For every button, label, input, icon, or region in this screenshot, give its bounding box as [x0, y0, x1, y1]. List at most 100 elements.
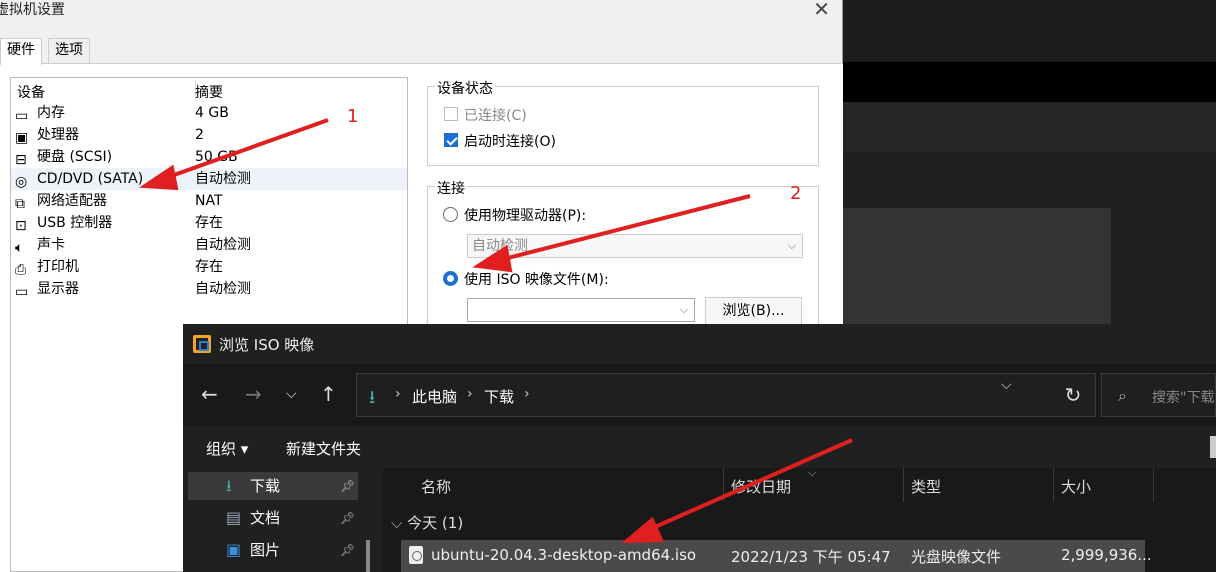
file-list: 名称 ⌵ 修改日期 类型 大小 ⌵ 今天 (1) ubuntu-20.04.3-… [383, 466, 1216, 572]
device-name: 网络适配器 [37, 193, 107, 209]
device-summary: 2 [195, 127, 204, 143]
navigation-bar: ← → ⌵ ↑ ⭳ › 此电脑 › 下载 › ⌵ ↻ ⌕ 搜索"下载 [183, 364, 1216, 426]
pin-icon[interactable]: 📌︎ [340, 536, 355, 564]
iso-image-label: 使用 ISO 映像文件(M): [464, 272, 609, 288]
summary-column-header[interactable]: 摘要 [195, 82, 223, 102]
sidebar-scrollbar[interactable] [366, 540, 370, 572]
device-row[interactable]: ⊡ USB 控制器 存在 [11, 212, 407, 234]
device-summary: 自动检测 [195, 281, 251, 297]
device-name: 声卡 [37, 237, 65, 253]
pin-icon[interactable]: 📌︎ [340, 504, 355, 532]
browse-iso-dialog: 浏览 ISO 映像 ← → ⌵ ↑ ⭳ › 此电脑 › 下载 › ⌵ ↻ ⌕ 搜… [183, 324, 1216, 572]
chevron-right-icon: › [467, 386, 473, 402]
device-row[interactable]: 🔈︎ 声卡 自动检测 [11, 234, 407, 256]
device-list-header: 设备 摘要 [11, 78, 407, 102]
address-bar[interactable]: ⭳ › 此电脑 › 下载 › [356, 373, 1096, 417]
physical-drive-value: 自动检测 [472, 238, 528, 254]
device-row[interactable]: ▣ 处理器 2 [11, 124, 407, 146]
dialog-title: 虚拟机设置 [0, 2, 65, 18]
forward-arrow-icon[interactable]: → [245, 382, 262, 406]
connected-label: 已连接(C) [464, 108, 527, 124]
organize-button[interactable]: 组织 ▾ [206, 438, 248, 459]
cd-icon: ◎ [15, 174, 28, 190]
close-icon[interactable]: ✕ [813, 0, 830, 19]
file-dialog-title: 浏览 ISO 映像 [219, 336, 315, 354]
iso-file-icon [409, 546, 423, 564]
search-placeholder: 搜索"下载 [1152, 390, 1215, 406]
tab-options[interactable]: 选项 [48, 38, 90, 64]
background-panel [843, 208, 1111, 328]
file-size: 2,999,936... [1061, 546, 1152, 564]
address-dropdown-icon[interactable]: ⌵ [1001, 377, 1012, 393]
refresh-icon[interactable]: ↻ [1053, 373, 1093, 417]
device-row[interactable]: ▭ 显示器 自动检测 [11, 278, 407, 300]
sidebar-item-label: 文档 [250, 509, 281, 527]
pin-icon[interactable]: 📌︎ [340, 472, 355, 500]
browse-button[interactable]: 浏览(B)... [705, 297, 802, 325]
download-icon: ⭳ [369, 387, 376, 408]
iso-image-radio[interactable] [443, 271, 458, 286]
breadcrumb-this-pc[interactable]: 此电脑 [412, 386, 457, 407]
harddisk-icon: ⊟ [15, 152, 27, 168]
column-size[interactable]: 大小 [1061, 476, 1091, 497]
connected-checkbox[interactable] [444, 107, 458, 121]
device-row[interactable]: ⧉ 网络适配器 NAT [11, 190, 407, 212]
vmware-logo-icon [193, 335, 211, 353]
tab-hardware[interactable]: 硬件 [0, 38, 42, 65]
chevron-down-icon: ⌵ [787, 239, 796, 252]
device-status-group [427, 86, 819, 166]
device-name: 硬盘 (SCSI) [37, 149, 113, 165]
device-summary: 存在 [195, 259, 223, 275]
physical-drive-radio[interactable] [443, 207, 458, 222]
annotation-1: 1 [347, 106, 359, 127]
device-column-header[interactable]: 设备 [17, 82, 45, 102]
device-row[interactable]: ◎ CD/DVD (SATA) 自动检测 [11, 168, 407, 190]
monitor-icon: ▭ [15, 284, 29, 300]
sidebar-item-downloads[interactable]: ⭳ 下载 📌︎ [188, 472, 358, 500]
device-summary: NAT [195, 193, 223, 209]
usb-icon: ⊡ [15, 218, 27, 234]
sidebar-item-pictures[interactable]: ▣ 图片 📌︎ [188, 536, 358, 564]
background-window-band [843, 62, 1216, 102]
file-type: 光盘映像文件 [911, 548, 1002, 566]
printer-icon: ⎙ [15, 262, 27, 278]
back-arrow-icon[interactable]: ← [201, 382, 218, 406]
breadcrumb-downloads[interactable]: 下载 [484, 386, 514, 407]
file-row[interactable]: ubuntu-20.04.3-desktop-amd64.iso 2022/1/… [401, 540, 1152, 572]
device-summary: 自动检测 [195, 171, 251, 187]
physical-drive-select[interactable]: 自动检测 ⌵ [467, 234, 803, 258]
right-edge-scrollbar[interactable] [1210, 436, 1216, 458]
chevron-right-icon: › [395, 386, 401, 402]
background-window-band-2 [843, 102, 1216, 152]
sidebar-item-documents[interactable]: ▤ 文档 📌︎ [188, 504, 358, 532]
chevron-down-icon: ⌵ [679, 303, 688, 316]
group-header-today[interactable]: ⌵ 今天 (1) [391, 512, 463, 533]
network-icon: ⧉ [15, 196, 25, 212]
sidebar-item-label: 图片 [250, 541, 281, 559]
device-name: CD/DVD (SATA) [37, 171, 144, 187]
device-name: 打印机 [37, 259, 79, 275]
search-box[interactable]: ⌕ 搜索"下载 [1101, 373, 1216, 417]
file-modified: 2022/1/23 下午 05:47 [731, 548, 891, 566]
recent-chevron-icon[interactable]: ⌵ [286, 386, 297, 402]
device-row[interactable]: ⊟ 硬盘 (SCSI) 50 GB [11, 146, 407, 168]
navigation-pane: ⭳ 下载 📌︎ ▤ 文档 📌︎ ▣ 图片 📌︎ [183, 468, 383, 572]
connect-on-start-checkbox[interactable] [444, 133, 458, 147]
column-type[interactable]: 类型 [911, 476, 941, 497]
column-modified[interactable]: 修改日期 [731, 476, 791, 497]
command-bar: 组织 ▾ 新建文件夹 [183, 426, 1216, 468]
device-status-title: 设备状态 [435, 78, 495, 98]
background-window-top [843, 0, 1216, 62]
new-folder-button[interactable]: 新建文件夹 [286, 438, 361, 459]
device-name: USB 控制器 [37, 215, 113, 231]
memory-icon: ▭ [15, 108, 29, 124]
device-row[interactable]: ⎙ 打印机 存在 [11, 256, 407, 278]
sidebar-item-label: 下载 [250, 477, 281, 495]
iso-path-combobox[interactable]: ⌵ [467, 298, 695, 322]
annotation-2: 2 [790, 183, 802, 204]
device-name: 处理器 [37, 127, 79, 143]
up-arrow-icon[interactable]: ↑ [320, 382, 337, 406]
column-name[interactable]: 名称 [421, 476, 451, 497]
picture-icon: ▣ [226, 540, 242, 559]
device-name: 显示器 [37, 281, 79, 297]
